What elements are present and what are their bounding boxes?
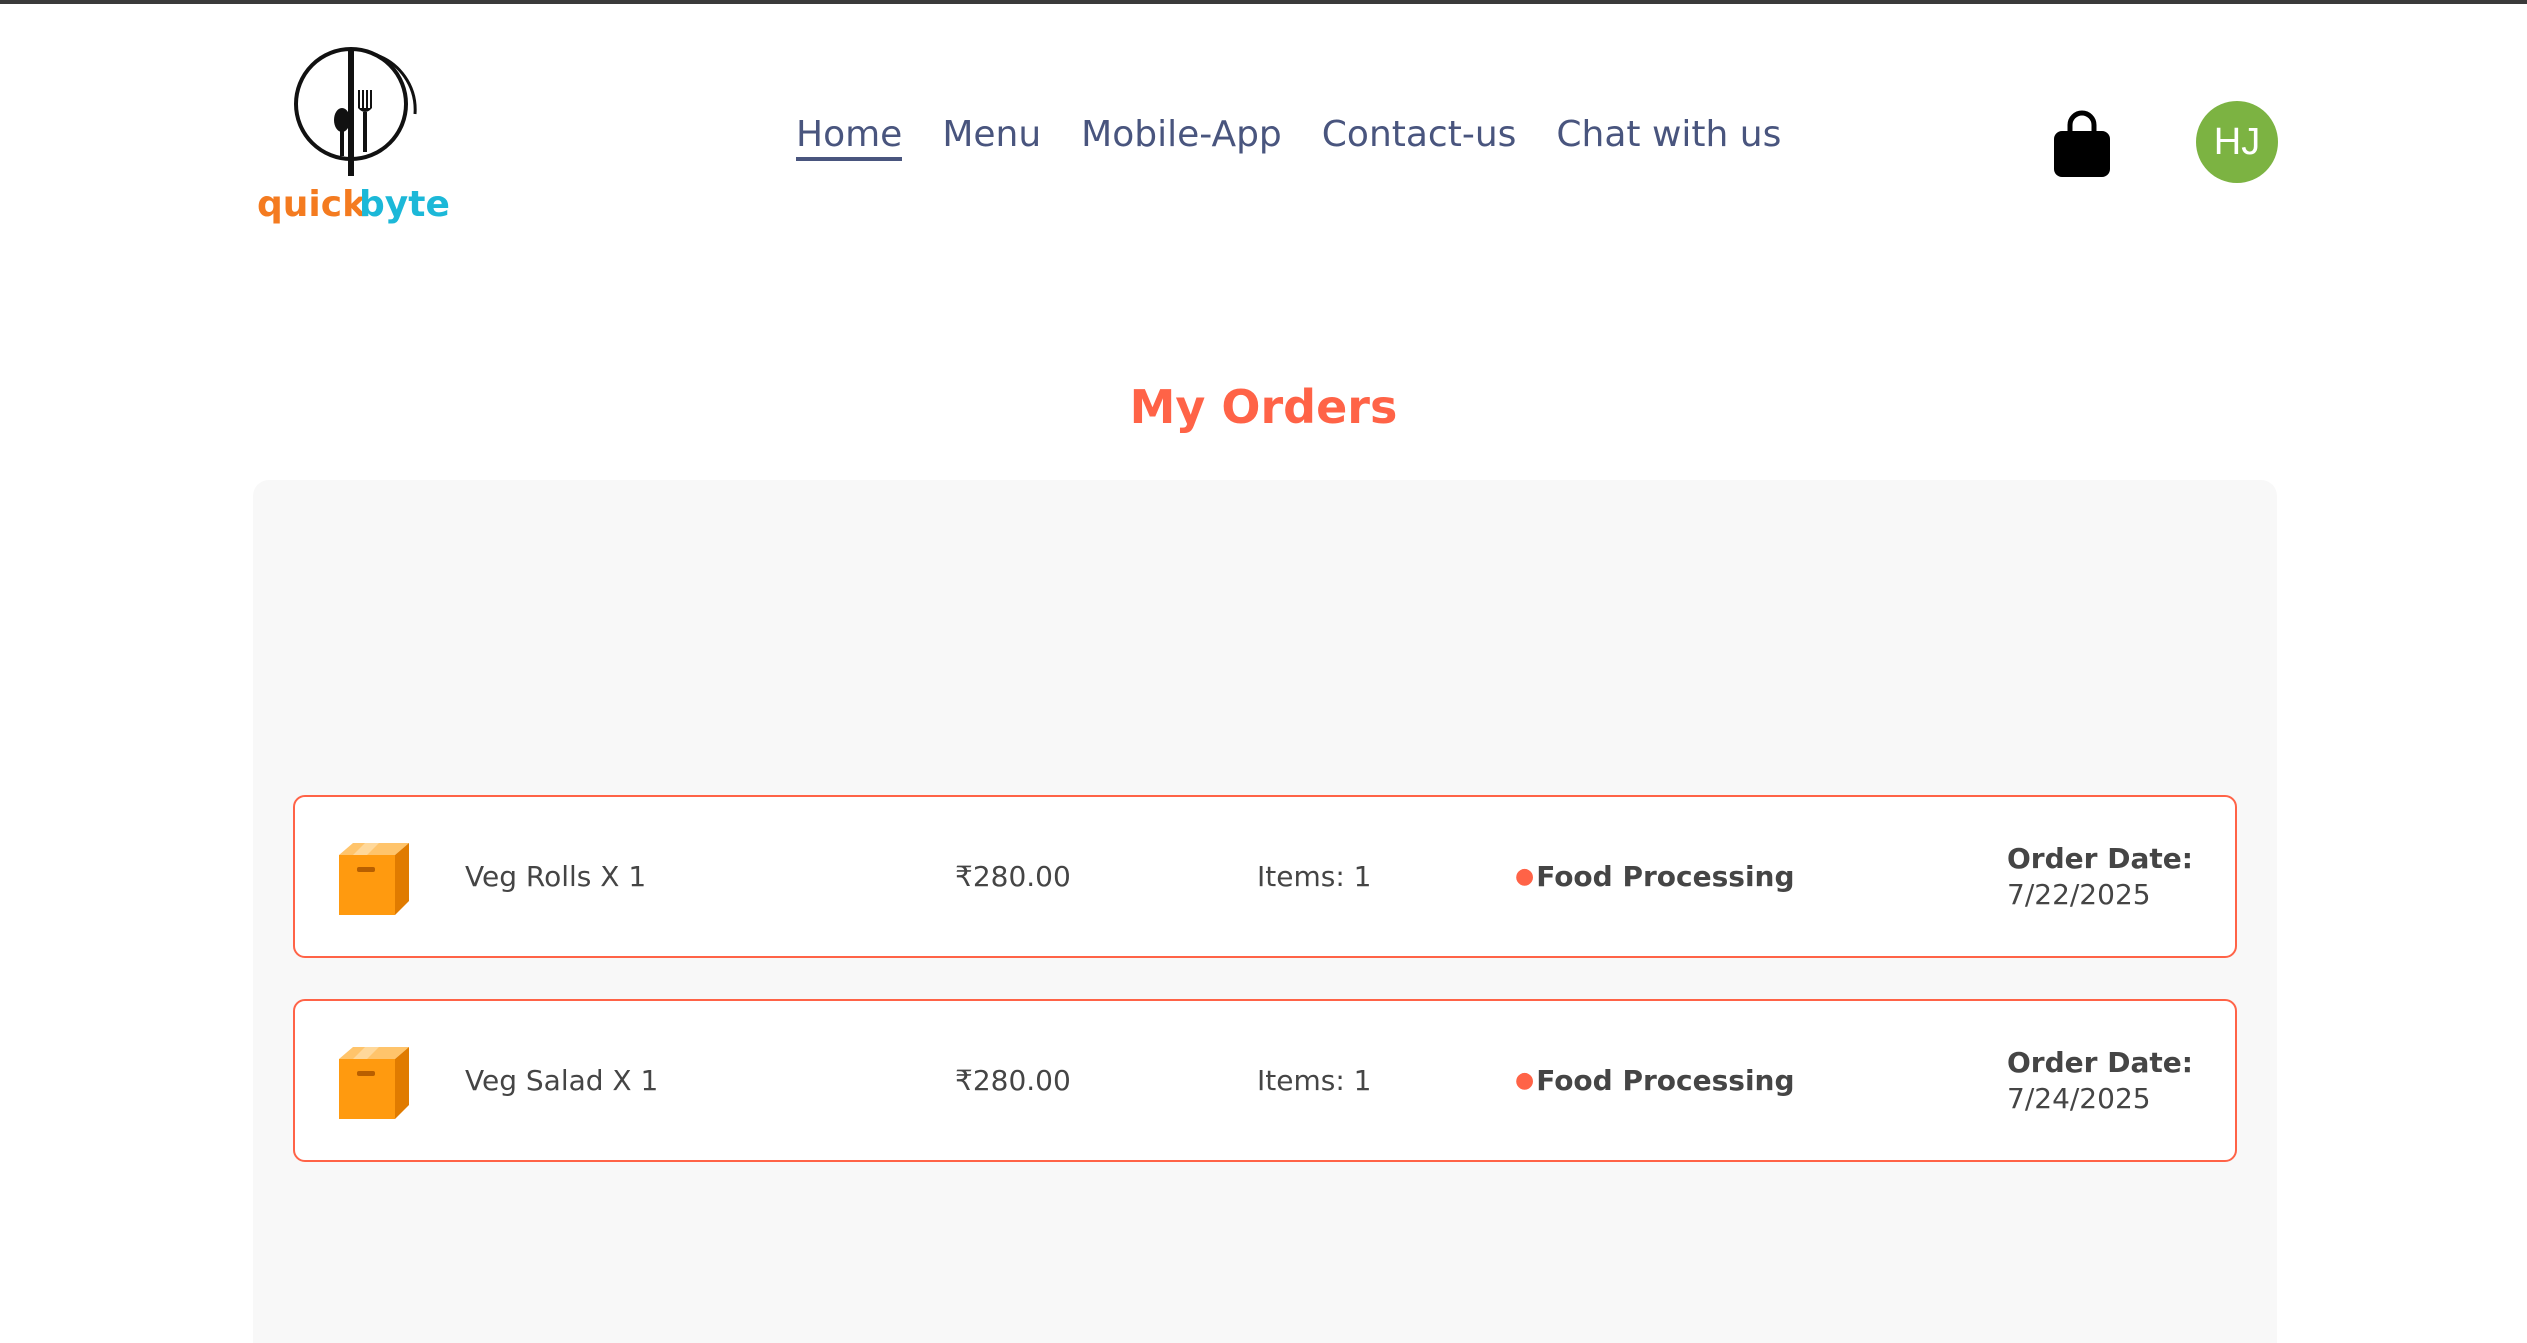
order-date-value: 7/22/2025 — [2007, 877, 2151, 911]
page-title: My Orders — [1129, 380, 1398, 434]
main-menu: Home Menu Mobile-App Contact-us Chat wit… — [796, 114, 1781, 161]
order-card: Veg Rolls X 1 ₹280.00 Items: 1 ● Food Pr… — [293, 795, 2237, 958]
orders-panel: Veg Rolls X 1 ₹280.00 Items: 1 ● Food Pr… — [253, 480, 2277, 1343]
nav-chat-with-us[interactable]: Chat with us — [1556, 114, 1781, 161]
status-dot-icon: ● — [1515, 864, 1535, 889]
user-avatar[interactable]: HJ — [2196, 101, 2278, 183]
status-dot-icon: ● — [1515, 1068, 1535, 1093]
order-date-label: Order Date: — [2007, 841, 2193, 875]
nav-home[interactable]: Home — [796, 114, 903, 161]
order-card: Veg Salad X 1 ₹280.00 Items: 1 ● Food Pr… — [293, 999, 2237, 1162]
quick-byte-logo[interactable]: quick byte — [255, 42, 455, 242]
order-amount: ₹280.00 — [955, 860, 1071, 893]
order-item-count: Items: 1 — [1257, 860, 1372, 893]
order-amount: ₹280.00 — [955, 1064, 1071, 1097]
order-date-label: Order Date: — [2007, 1045, 2193, 1079]
logo-word-quick: quick — [257, 184, 367, 225]
parcel-box-icon — [335, 837, 417, 919]
order-items: Veg Salad X 1 — [465, 1064, 659, 1097]
nav-menu[interactable]: Menu — [942, 114, 1041, 161]
order-status-text: Food Processing — [1536, 1064, 1795, 1097]
logo-word-byte: byte — [359, 184, 450, 225]
order-status: ● Food Processing — [1515, 797, 1795, 956]
order-items: Veg Rolls X 1 — [465, 860, 647, 893]
navbar: quick byte Home Menu Mobile-App Contact-… — [0, 4, 2527, 274]
nav-mobile-app[interactable]: Mobile-App — [1081, 114, 1282, 161]
order-status-text: Food Processing — [1536, 860, 1795, 893]
parcel-box-icon — [335, 1041, 417, 1123]
order-date-value: 7/24/2025 — [2007, 1081, 2151, 1115]
order-date: Order Date: 7/22/2025 — [2007, 797, 2193, 956]
shopping-bag-icon[interactable] — [2052, 109, 2112, 179]
order-date: Order Date: 7/24/2025 — [2007, 1001, 2193, 1160]
order-item-count: Items: 1 — [1257, 1064, 1372, 1097]
nav-contact-us[interactable]: Contact-us — [1322, 114, 1517, 161]
order-status: ● Food Processing — [1515, 1001, 1795, 1160]
